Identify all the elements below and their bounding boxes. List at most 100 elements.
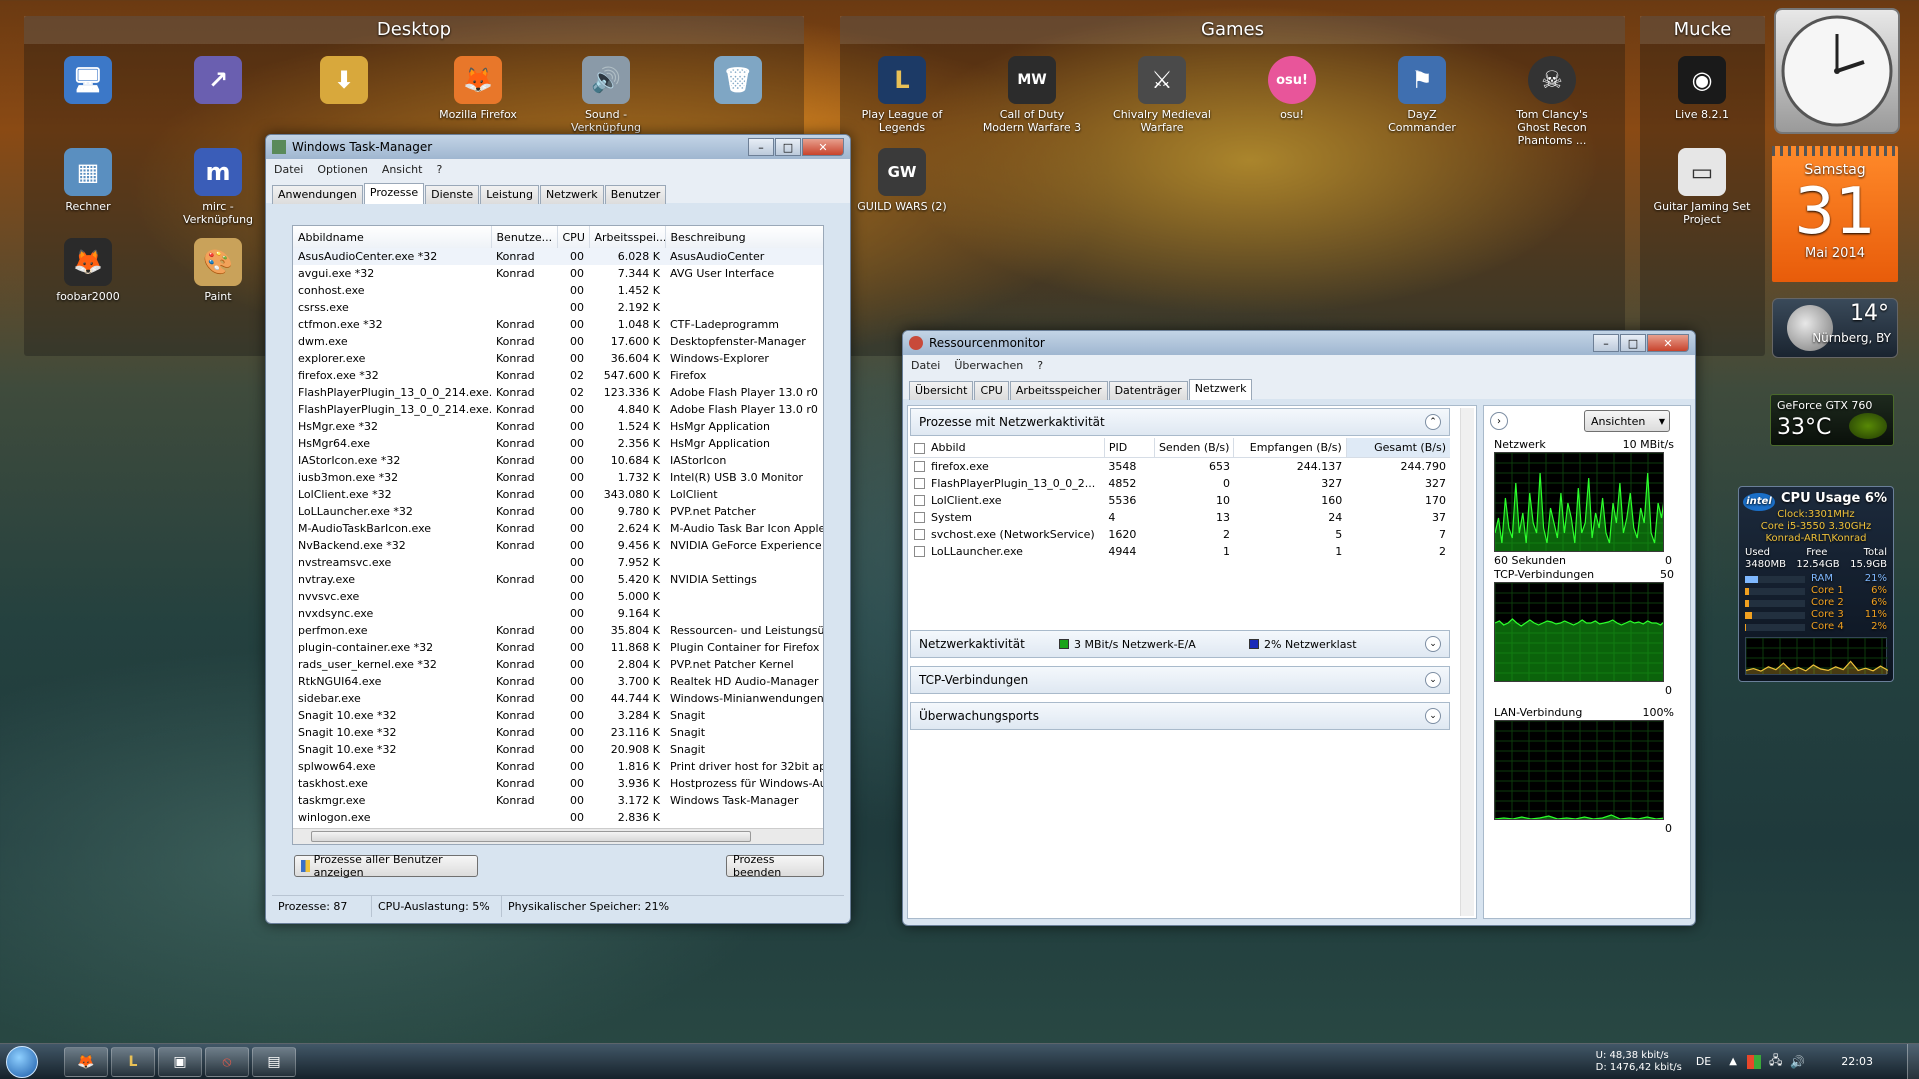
taskbar-league[interactable]: L (111, 1046, 155, 1077)
guitar-set-shortcut[interactable]: ▭ Guitar Jaming Set Project (1652, 148, 1752, 226)
start-button[interactable] (0, 1044, 44, 1079)
table-row[interactable]: IAStorIcon.exe *32 Konrad 00 10.684 K IAStor… (293, 452, 823, 469)
menu-optionen[interactable]: Optionen (317, 163, 367, 176)
section-tcp-connections[interactable]: TCP-Verbindungen ⌄ (910, 666, 1450, 694)
col-abbild[interactable]: Abbild (910, 438, 1105, 458)
minimize-button[interactable]: – (748, 138, 774, 156)
menu-ansicht[interactable]: Ansicht (382, 163, 423, 176)
table-row[interactable]: avgui.exe *32 Konrad 00 7.344 K AVG User Int… (293, 265, 823, 282)
tab-datentraeger[interactable]: Datenträger (1108, 381, 1188, 400)
table-row[interactable]: dwm.exe Konrad 00 17.600 K Desktopfenster-Ma… (293, 333, 823, 350)
firefox-shortcut[interactable]: 🦊 Mozilla Firefox (428, 56, 528, 121)
section-network-activity[interactable]: Netzwerkaktivität 3 MBit/s Netzwerk-E/A … (910, 630, 1450, 658)
table-row[interactable]: Snagit 10.exe *32 Konrad 00 3.284 K Snagit (293, 707, 823, 724)
menu-datei[interactable]: Datei (274, 163, 303, 176)
table-row[interactable]: nvvsvc.exe 00 5.000 K (293, 588, 823, 605)
expand-chevron-icon[interactable]: ⌄ (1425, 708, 1441, 724)
tray-clock[interactable]: 22:03 (1841, 1055, 1873, 1068)
table-row[interactable]: winlogon.exe 00 2.836 K (293, 809, 823, 826)
tab-cpu[interactable]: CPU (974, 381, 1009, 400)
list-item[interactable]: svchost.exe (NetworkService) 1620 2 5 7 (910, 526, 1450, 543)
table-row[interactable]: LolClient.exe *32 Konrad 00 343.080 K LolCli… (293, 486, 823, 503)
tray-expand-icon[interactable]: ▲ (1729, 1056, 1737, 1067)
table-row[interactable]: NvBackend.exe *32 Konrad 00 9.456 K NVIDIA G… (293, 537, 823, 554)
table-row[interactable]: Snagit 10.exe *32 Konrad 00 23.116 K Snagit (293, 724, 823, 741)
collapse-chevron-icon[interactable]: ⌃ (1425, 414, 1441, 430)
resmon-menu-help[interactable]: ? (1037, 359, 1043, 372)
computer-shortcut[interactable]: 🖥 (38, 56, 138, 108)
col-gesamt[interactable]: Gesamt (B/s) (1346, 438, 1450, 458)
table-row[interactable]: sidebar.exe Konrad 00 44.744 K Windows-Minia… (293, 690, 823, 707)
end-process-button[interactable]: Prozess beenden (726, 853, 824, 879)
resmon-titlebar[interactable]: Ressourcenmonitor – □ ✕ (903, 331, 1695, 355)
process-checkbox[interactable] (914, 529, 925, 540)
section-network-processes[interactable]: Prozesse mit Netzwerkaktivität ⌃ (910, 408, 1450, 436)
table-row[interactable]: nvtray.exe Konrad 00 5.420 K NVIDIA Settings (293, 571, 823, 588)
col-beschreibung[interactable]: Beschreibung (665, 226, 823, 248)
maximize-button[interactable]: □ (775, 138, 801, 156)
table-row[interactable]: AsusAudioCenter.exe *32 Konrad 00 6.028 K As… (293, 248, 823, 265)
horizontal-scrollbar[interactable] (293, 828, 823, 844)
col-benutzer[interactable]: Benutze... (491, 226, 558, 248)
language-indicator[interactable]: DE (1696, 1055, 1711, 1068)
table-row[interactable]: rads_user_kernel.exe *32 Konrad 00 2.804 K P… (293, 656, 823, 673)
taskbar-window[interactable]: ▤ (252, 1046, 296, 1077)
scrollbar-thumb[interactable] (311, 831, 751, 842)
foobar-shortcut[interactable]: 🦊 foobar2000 (38, 238, 138, 303)
table-row[interactable]: M-AudioTaskBarIcon.exe Konrad 00 2.624 K M-A… (293, 520, 823, 537)
table-row[interactable]: taskmgr.exe Konrad 00 3.172 K Windows Task-M… (293, 792, 823, 809)
taskbar-firefox[interactable]: 🦊 (64, 1046, 108, 1077)
col-abbildname[interactable]: Abbildname (293, 226, 492, 248)
views-button[interactable]: Ansichten ▼ (1584, 410, 1670, 432)
table-row[interactable]: HsMgr.exe *32 Konrad 00 1.524 K HsMgr Applic… (293, 418, 823, 435)
table-row[interactable]: csrss.exe 00 2.192 K (293, 299, 823, 316)
select-all-checkbox[interactable] (914, 442, 925, 454)
guild-wars-shortcut[interactable]: GW GUILD WARS (2) (852, 148, 952, 213)
mirc-shortcut[interactable]: m mirc - Verknüpfung (168, 148, 268, 226)
list-item[interactable]: firefox.exe 3548 653 244.137 244.790 (910, 458, 1450, 475)
dayz-shortcut[interactable]: ⚑ DayZ Commander (1372, 56, 1472, 134)
table-row[interactable]: firefox.exe *32 Konrad 02 547.600 K Firefox (293, 367, 823, 384)
tab-anwendungen[interactable]: Anwendungen (272, 185, 363, 204)
task-manager-titlebar[interactable]: Windows Task-Manager – □ ✕ (266, 135, 850, 159)
list-item[interactable]: FlashPlayerPlugin_13_0_0_2... 4852 0 327 327 (910, 475, 1450, 492)
tab-leistung[interactable]: Leistung (480, 185, 539, 204)
sound-shortcut[interactable]: 🔊 Sound - Verknüpfung (556, 56, 656, 134)
table-row[interactable]: explorer.exe Konrad 00 36.604 K Windows-Expl… (293, 350, 823, 367)
tray-flag-icon[interactable] (1746, 1054, 1761, 1069)
ableton-live-shortcut[interactable]: ◉ Live 8.2.1 (1652, 56, 1752, 121)
show-desktop-button[interactable] (1907, 1043, 1919, 1079)
paint-shortcut[interactable]: 🎨 Paint (168, 238, 268, 303)
graph-pane-toggle[interactable]: › (1490, 412, 1508, 430)
resmon-minimize-button[interactable]: – (1593, 334, 1619, 352)
recycle-bin[interactable]: 🗑 (688, 56, 788, 108)
tab-benutzer[interactable]: Benutzer (604, 185, 667, 204)
table-row[interactable]: RtkNGUI64.exe Konrad 00 3.700 K Realtek HD A… (293, 673, 823, 690)
col-senden[interactable]: Senden (B/s) (1154, 438, 1235, 458)
table-row[interactable]: FlashPlayerPlugin_13_0_0_214.exe... Konra… (293, 401, 823, 418)
tray-network-icon[interactable]: 🖧 (1769, 1051, 1782, 1072)
table-row[interactable]: splwow64.exe Konrad 00 1.816 K Print driver … (293, 758, 823, 775)
section-listening-ports[interactable]: Überwachungsports ⌄ (910, 702, 1450, 730)
close-button[interactable]: ✕ (802, 138, 844, 156)
lol-shortcut[interactable]: L Play League of Legends (852, 56, 952, 134)
col-arbeitsspeicher[interactable]: Arbeitsspei... (589, 226, 666, 248)
tab-prozesse[interactable]: Prozesse (363, 183, 425, 204)
shortcut-arrow[interactable]: ↗ (168, 56, 268, 108)
resmon-maximize-button[interactable]: □ (1620, 334, 1646, 352)
resmon-menu-ueberwachen[interactable]: Überwachen (954, 359, 1023, 372)
col-cpu[interactable]: CPU (557, 226, 590, 248)
process-checkbox[interactable] (914, 546, 925, 557)
tray-volume-icon[interactable]: 🔊 (1790, 1055, 1805, 1069)
col-empfangen[interactable]: Empfangen (B/s) (1233, 438, 1347, 458)
table-row[interactable]: conhost.exe 00 1.452 K (293, 282, 823, 299)
table-row[interactable]: ctfmon.exe *32 Konrad 00 1.048 K CTF-Ladepro… (293, 316, 823, 333)
col-pid[interactable]: PID (1104, 438, 1155, 458)
process-checkbox[interactable] (914, 461, 925, 473)
table-row[interactable]: Snagit 10.exe *32 Konrad 00 20.908 K Snagit (293, 741, 823, 758)
list-item[interactable]: LolClient.exe 5536 10 160 170 (910, 492, 1450, 509)
ghost-recon-shortcut[interactable]: ☠ Tom Clancy's Ghost Recon Phantoms ... (1502, 56, 1602, 147)
show-all-processes-button[interactable]: Prozesse aller Benutzer anzeigen (294, 853, 478, 879)
process-checkbox[interactable] (914, 478, 925, 489)
chivalry-shortcut[interactable]: ⚔ Chivalry Medieval Warfare (1112, 56, 1212, 134)
